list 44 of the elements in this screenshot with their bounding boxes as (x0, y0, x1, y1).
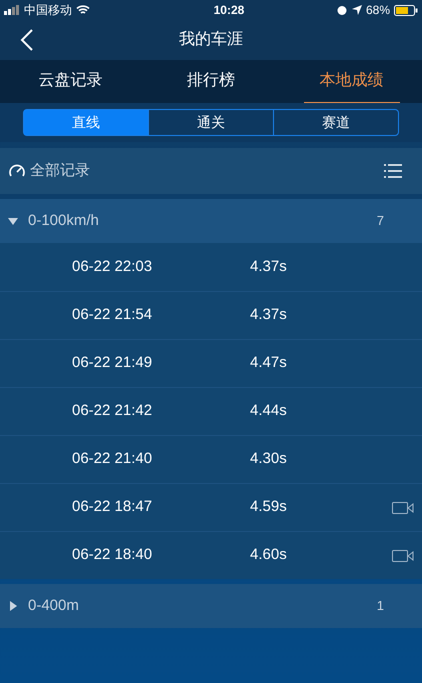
record-row[interactable]: 06-22 21:42 4.44s (0, 387, 422, 435)
clock: 10:28 (212, 2, 246, 19)
record-time: 06-22 21:49 (72, 353, 154, 374)
record-time: 06-22 22:03 (72, 256, 154, 277)
tab[interactable]: 云盘记录 (0, 60, 141, 103)
record-result: 4.59s (250, 497, 287, 518)
record-row[interactable]: 06-22 18:47 4.59s (0, 483, 422, 531)
right-triangle-icon (8, 601, 18, 611)
tab[interactable]: 排行榜 (140, 60, 282, 103)
record-time: 06-22 21:54 (72, 305, 154, 326)
record-time: 06-22 21:42 (72, 401, 154, 422)
page-title: 我的车涯 (179, 30, 243, 50)
record-time: 06-22 18:47 (72, 497, 154, 518)
record-result: 4.60s (250, 545, 287, 566)
record-time: 06-22 18:40 (72, 545, 154, 566)
record-row[interactable]: 06-22 21:54 4.37s (0, 291, 422, 339)
battery-icon (394, 4, 418, 16)
segment-button[interactable]: 直线 (24, 110, 148, 135)
segment-button[interactable]: 通关 (148, 110, 273, 135)
record-time: 06-22 21:40 (72, 449, 154, 470)
location-icon (352, 5, 362, 15)
record-result: 4.47s (250, 353, 287, 374)
battery-level: 68% (366, 2, 390, 19)
record-row[interactable]: 06-22 21:40 4.30s (0, 435, 422, 483)
video-camera-icon[interactable] (392, 502, 414, 514)
video-camera-icon[interactable] (392, 550, 414, 562)
record-row[interactable]: 06-22 18:40 4.60s (0, 531, 422, 579)
record-row[interactable]: 06-22 21:49 4.47s (0, 339, 422, 387)
record-result: 4.44s (250, 401, 287, 422)
record-row[interactable]: 06-22 22:03 4.37s (0, 243, 422, 291)
list-menu-button[interactable] (384, 164, 402, 178)
filter-label: 全部记录 (30, 160, 90, 181)
back-button[interactable] (20, 28, 34, 52)
segment-button[interactable]: 赛道 (273, 110, 398, 135)
down-triangle-icon (8, 216, 18, 226)
gauge-icon (8, 163, 26, 179)
wifi-icon (76, 5, 90, 15)
record-result: 4.37s (250, 256, 287, 277)
group-header[interactable]: 0-100km/h 7 (0, 199, 422, 243)
record-result: 4.30s (250, 449, 287, 470)
signal-icon (4, 5, 20, 15)
carrier: 中国移动 (24, 2, 72, 19)
record-result: 4.37s (250, 305, 287, 326)
group-header[interactable]: 0-400m 1 (0, 584, 422, 628)
